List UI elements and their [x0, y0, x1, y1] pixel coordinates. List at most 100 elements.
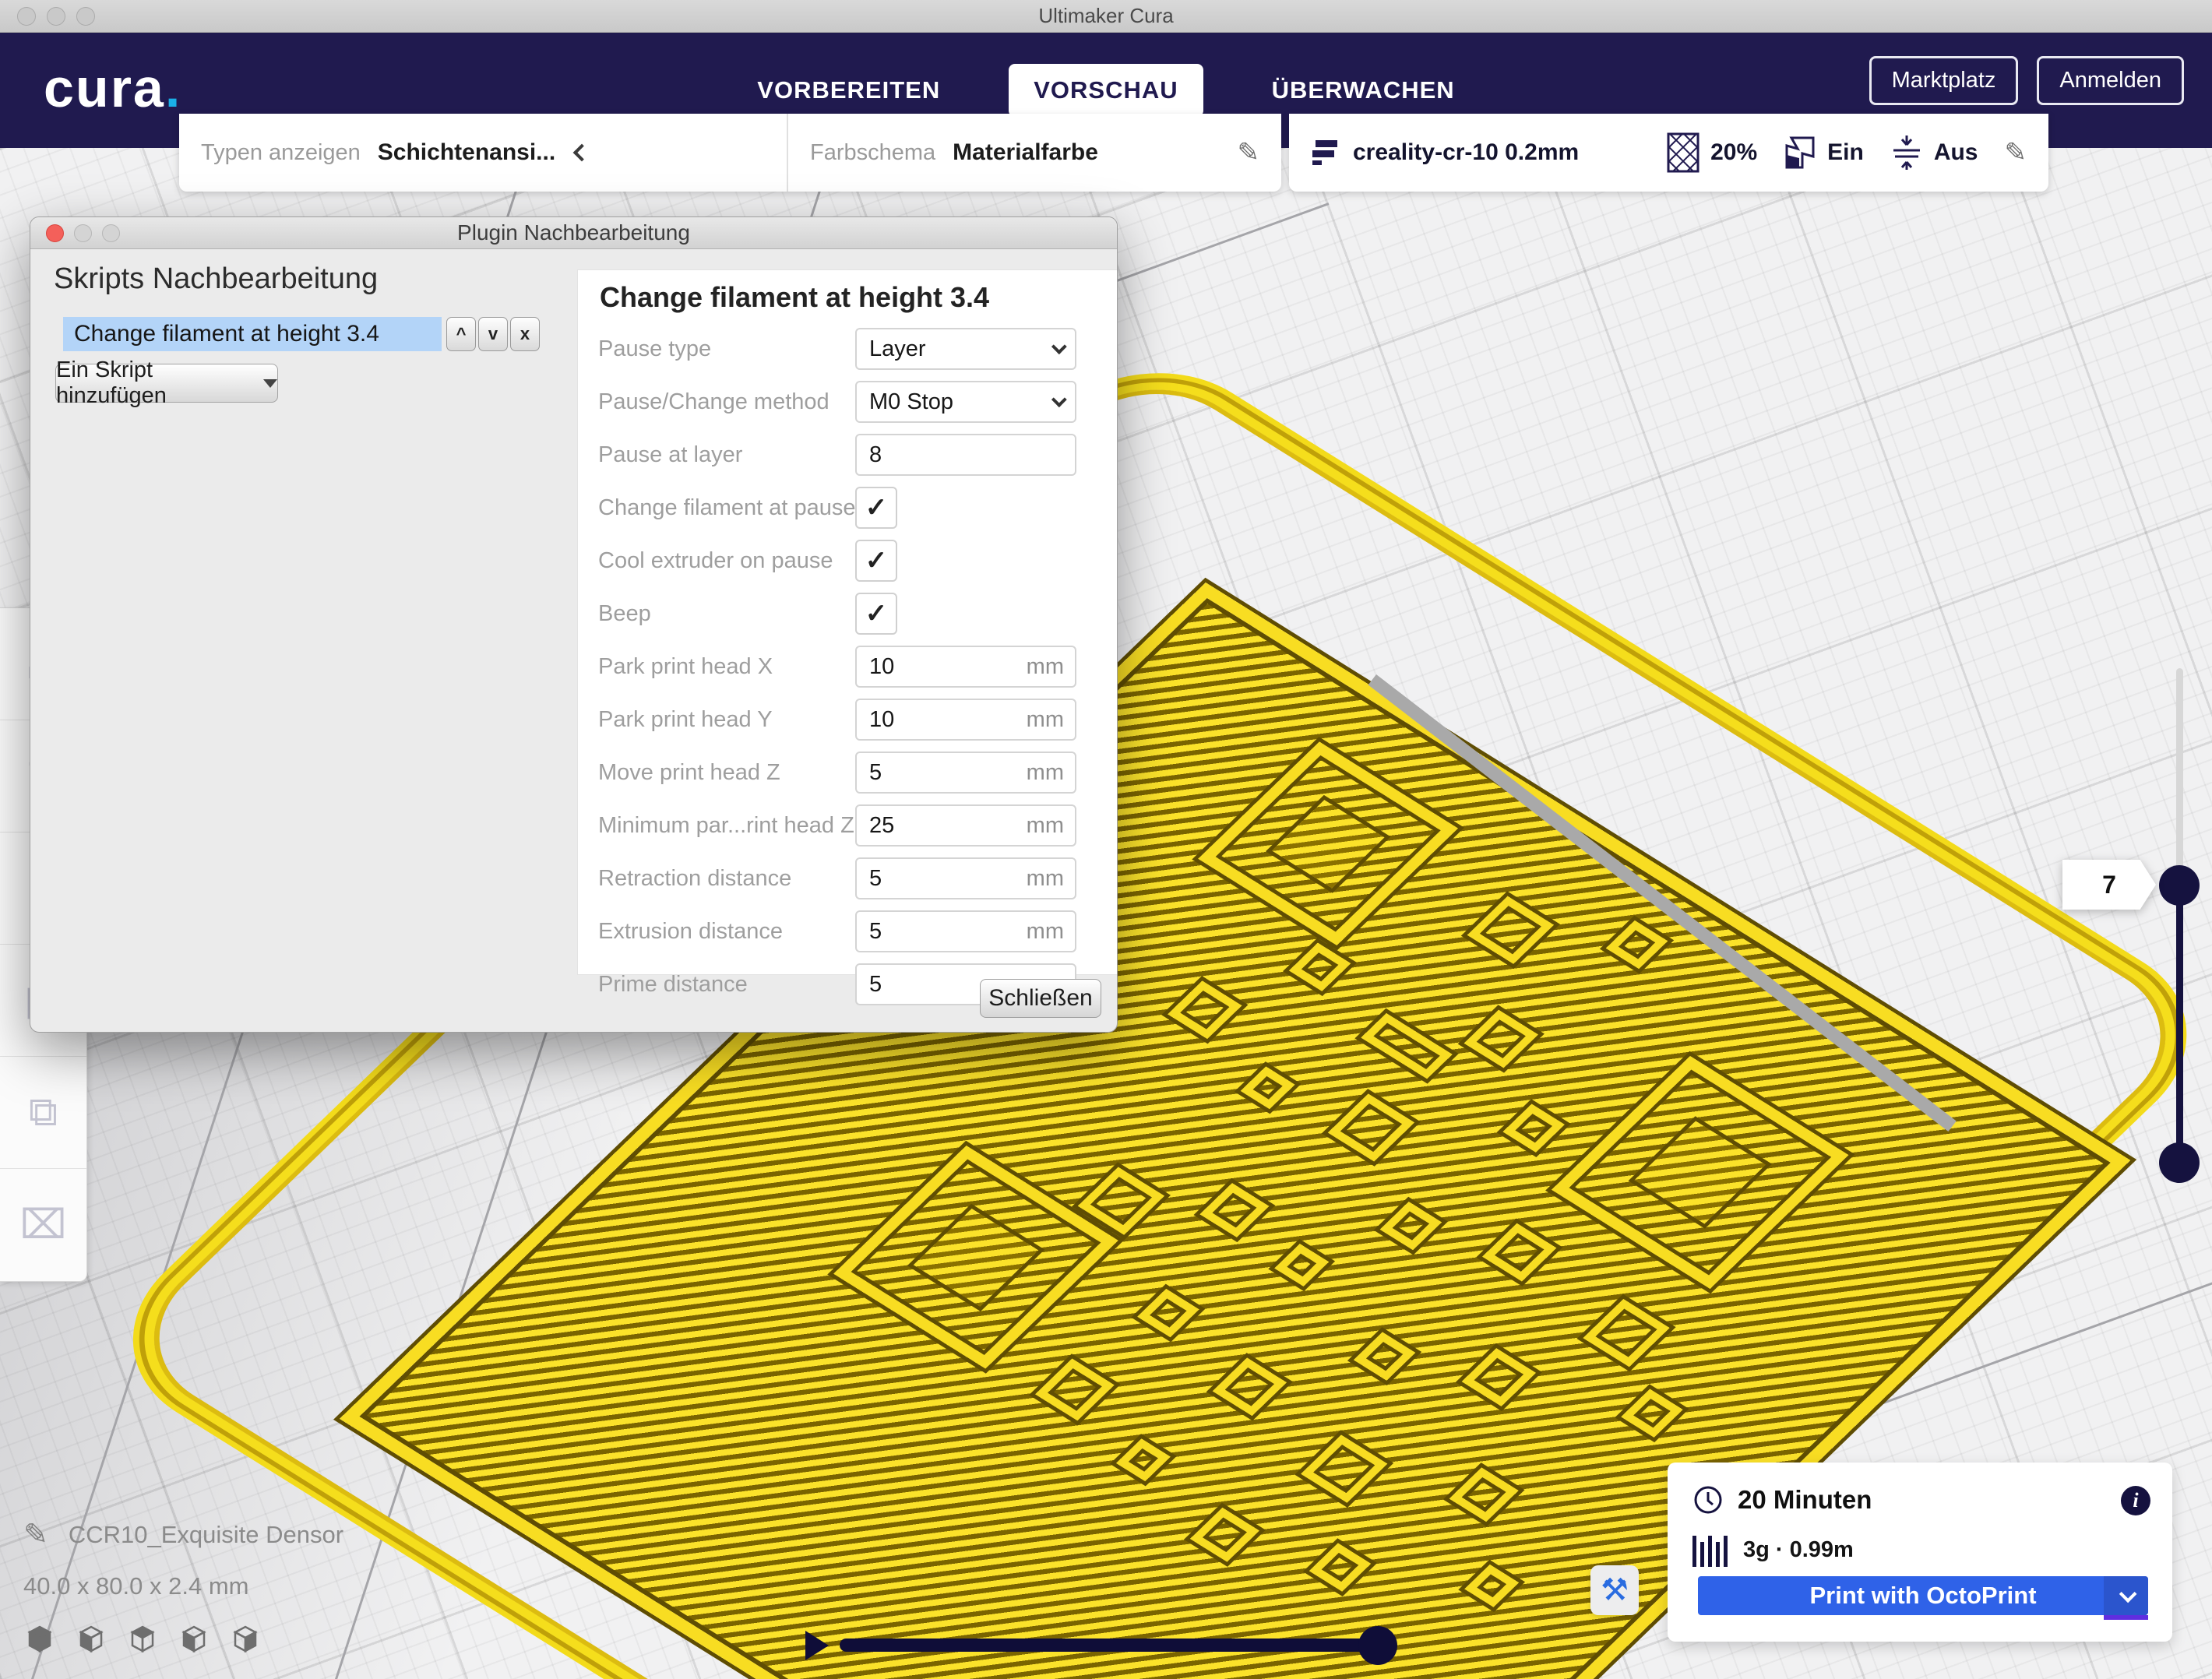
qr-module [1482, 1223, 1556, 1282]
setting-unit: mm [1027, 707, 1064, 733]
tab-überwachen[interactable]: ÜBERWACHEN [1247, 64, 1480, 117]
script-settings-heading: Change filament at height 3.4 [600, 281, 1097, 314]
setting-label: Retraction distance [598, 866, 855, 892]
setting-dropdown[interactable]: Layer [855, 328, 1076, 370]
move-script-down-button[interactable]: v [478, 317, 508, 351]
layer-slider-bottom-handle[interactable] [2159, 1142, 2200, 1183]
marketplace-button[interactable]: Marktplatz [1869, 56, 2019, 105]
setting-value: 8 [869, 442, 882, 468]
setting-label: Minimum par...rint head Z [598, 813, 855, 839]
setting-input[interactable]: 5mm [855, 752, 1076, 794]
view-front-icon[interactable] [73, 1621, 109, 1661]
tool-button[interactable]: ⌧ [0, 1169, 86, 1281]
qr-finder-pattern [1198, 741, 1458, 945]
move-script-up-button[interactable]: ^ [446, 317, 476, 351]
info-icon[interactable]: i [2121, 1486, 2150, 1515]
adhesion-icon [1890, 134, 1923, 171]
qr-module [1583, 1299, 1669, 1367]
edit-printer-settings-icon[interactable]: ✎ [2005, 137, 2027, 168]
timeline-handle[interactable] [1358, 1626, 1397, 1665]
setting-value: 5 [869, 760, 882, 786]
qr-finder-core [1635, 1121, 1766, 1223]
layer-slider-top-handle[interactable] [2159, 865, 2200, 906]
zoom-window-icon[interactable] [76, 7, 95, 26]
dialog-close-icon[interactable] [46, 224, 64, 242]
path-timeline-slider[interactable] [840, 1639, 1380, 1652]
view-top-icon[interactable] [125, 1621, 160, 1661]
setting-input[interactable]: 8 [855, 434, 1076, 476]
layer-number-flag: 7 [2062, 860, 2156, 910]
qr-module [1035, 1359, 1115, 1421]
add-script-dropdown[interactable]: Ein Skript hinzufügen [55, 364, 278, 403]
wrench-icon: ⚒ [1601, 1572, 1629, 1608]
dialog-titlebar[interactable]: Plugin Nachbearbeitung [30, 217, 1117, 249]
signin-button[interactable]: Anmelden [2037, 56, 2184, 105]
layer-slider-range[interactable] [2176, 885, 2183, 1163]
qr-module [1380, 1202, 1442, 1250]
view-left-icon[interactable] [176, 1621, 212, 1661]
chevron-left-icon[interactable] [573, 144, 591, 162]
qr-module [1502, 1104, 1564, 1153]
edit-pencil-icon[interactable]: ✎ [1238, 137, 1260, 168]
model-name: CCR10_Exquisite Densor [69, 1521, 343, 1549]
setting-value: 5 [869, 919, 882, 945]
color-scheme-selector[interactable]: Farbschema Materialfarbe ✎ [788, 114, 1281, 192]
qr-module [1449, 1467, 1519, 1522]
setting-input[interactable]: 10mm [855, 646, 1076, 688]
setting-unit: mm [1027, 813, 1064, 839]
window-title: Ultimaker Cura [1038, 4, 1173, 28]
script-settings-panel: Change filament at height 3.4 Pause type… [577, 269, 1118, 975]
close-window-icon[interactable] [17, 7, 36, 26]
setting-label: Extrusion distance [598, 919, 855, 945]
print-options-chevron-button[interactable] [2104, 1576, 2148, 1615]
setting-label: Prime distance [598, 972, 855, 998]
setting-label: Cool extruder on pause [598, 548, 855, 574]
support-value: Ein [1827, 139, 1864, 166]
setting-value: 10 [869, 654, 894, 680]
qr-module [1137, 1289, 1199, 1337]
tool-button[interactable]: ⧉ [0, 1057, 86, 1169]
setting-row: Cool extruder on pause✓ [598, 540, 1097, 582]
setting-checkbox[interactable]: ✓ [855, 593, 897, 635]
setting-checkbox[interactable]: ✓ [855, 487, 897, 529]
remove-script-button[interactable]: x [510, 317, 540, 351]
setting-label: Park print head X [598, 654, 855, 680]
setting-row: Pause typeLayer [598, 328, 1097, 370]
tab-vorschau[interactable]: VORSCHAU [1009, 64, 1203, 117]
print-settings-panel[interactable]: creality-cr-10 0.2mm 20% Ein [1289, 114, 2048, 192]
infill-icon [1667, 132, 1700, 173]
setting-input[interactable]: 25mm [855, 804, 1076, 847]
qr-module [1199, 1183, 1269, 1237]
setting-label: Pause/Change method [598, 389, 855, 415]
tab-vorbereiten[interactable]: VORBEREITEN [732, 64, 965, 117]
view-type-selector[interactable]: Typen anzeigen Schichtenansi... [179, 114, 787, 192]
rename-model-icon[interactable]: ✎ [23, 1517, 48, 1552]
setting-checkbox[interactable]: ✓ [855, 540, 897, 582]
setting-row: Move print head Z5mm [598, 752, 1097, 794]
setting-dropdown[interactable]: M0 Stop [855, 381, 1076, 423]
color-scheme-value: Materialfarbe [953, 139, 1098, 166]
print-with-octoprint-button[interactable]: Print with OctoPrint [1698, 1576, 2148, 1615]
print-job-card: 20 Minuten i 3g · 0.99m Print with OctoP… [1668, 1463, 2172, 1642]
material-icon [1692, 1533, 1728, 1567]
setting-input[interactable]: 5mm [855, 910, 1076, 952]
script-list-item[interactable]: Change filament at height 3.4 [63, 317, 442, 351]
octoprint-settings-button[interactable]: ⚒ [1590, 1565, 1639, 1615]
view-options-panel: Typen anzeigen Schichtenansi... Farbsche… [179, 114, 1281, 192]
setting-input[interactable]: 5mm [855, 857, 1076, 899]
setting-input[interactable]: 10mm [855, 699, 1076, 741]
minimize-window-icon[interactable] [47, 7, 65, 26]
dialog-minimize-icon[interactable] [74, 224, 92, 242]
qr-module [1301, 1435, 1387, 1503]
qr-module [1289, 943, 1351, 991]
view-3d-icon[interactable] [22, 1621, 58, 1661]
model-info: ✎ CCR10_Exquisite Densor 40.0 x 80.0 x 2… [23, 1517, 343, 1600]
qr-finder-core [1272, 800, 1385, 888]
close-dialog-button[interactable]: Schließen [980, 979, 1101, 1018]
play-button[interactable] [805, 1631, 829, 1660]
qr-module [1621, 1389, 1682, 1438]
view-right-icon[interactable] [227, 1621, 263, 1661]
view-type-label: Typen anzeigen [201, 140, 361, 166]
dialog-zoom-icon[interactable] [102, 224, 120, 242]
dialog-title: Plugin Nachbearbeitung [457, 220, 690, 245]
